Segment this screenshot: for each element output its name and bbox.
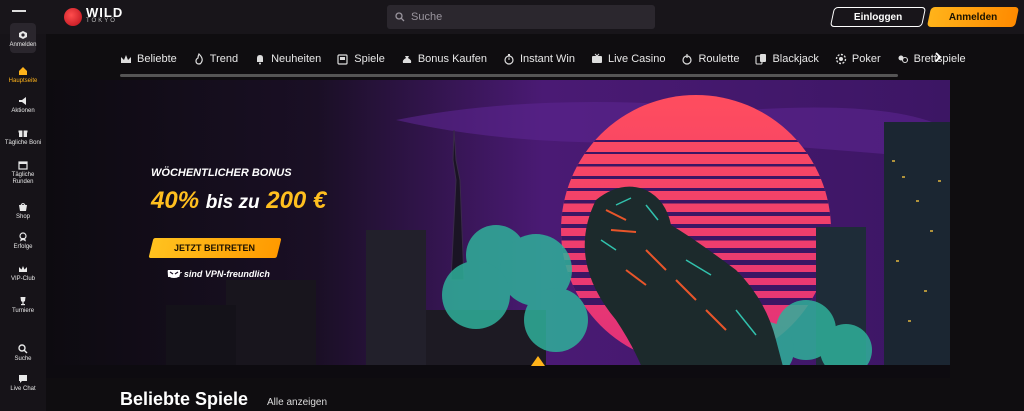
tab-poker[interactable]: Poker (835, 53, 897, 65)
top-bar: WILD TOKYO Einloggen Anmelden (0, 0, 1024, 34)
search-bar[interactable] (387, 5, 655, 29)
sidebar-item-tournaments[interactable]: Turniere (0, 296, 46, 315)
shop-icon (19, 203, 27, 211)
sidebar-item-daily-bonus[interactable]: Tägliche Boni (0, 128, 46, 147)
menu-icon[interactable] (12, 10, 26, 12)
hero-offer-amount: 200 € (266, 187, 327, 214)
sidebar-item-label: Live Chat (10, 386, 36, 392)
sidebar: Anmelden Hauptseite Aktionen Tägliche Bo… (0, 23, 46, 411)
sidebar-item-label: Turniere (11, 308, 35, 314)
crown-icon (19, 266, 27, 272)
tab-roulette[interactable]: Roulette (681, 53, 755, 65)
medal-icon (19, 232, 27, 242)
view-all-link[interactable]: Alle anzeigen (267, 397, 327, 408)
tab-games[interactable]: Spiele (337, 53, 401, 65)
sidebar-item-promotions[interactable]: Aktionen (0, 96, 46, 115)
home-icon (19, 67, 27, 75)
join-now-button[interactable]: JETZT BEITRETEN (148, 238, 282, 258)
sidebar-item-home[interactable]: Hauptseite (0, 66, 46, 85)
sidebar-item-shop[interactable]: Shop (0, 202, 46, 221)
money-bag-icon (402, 56, 412, 63)
sidebar-item-label: Anmelden (9, 41, 37, 48)
hero-artwork (46, 80, 950, 378)
user-plus-icon (19, 30, 27, 39)
sidebar-item-label: Tägliche Runden (11, 172, 35, 185)
tab-trend[interactable]: Trend (193, 53, 254, 65)
tab-bonus-buy[interactable]: Bonus Kaufen (401, 53, 503, 65)
sidebar-item-achievements[interactable]: Erfolge (0, 232, 46, 251)
tab-live-casino[interactable]: Live Casino (591, 53, 681, 65)
sidebar-item-label: Shop (15, 214, 30, 220)
category-scrollbar[interactable] (120, 74, 898, 77)
roulette-icon (682, 54, 693, 65)
sidebar-item-label: Suche (14, 356, 32, 362)
category-nav: Beliebte Trend Neuheiten Spiele Bonus Ka… (120, 44, 966, 74)
search-icon (395, 12, 405, 22)
gift-icon (18, 130, 28, 137)
tab-instant-win[interactable]: Instant Win (503, 53, 591, 65)
megaphone-icon (19, 97, 26, 105)
tab-blackjack[interactable]: Blackjack (755, 53, 834, 65)
signup-button[interactable]: Anmelden (926, 7, 1020, 27)
tab-popular[interactable]: Beliebte (120, 53, 193, 65)
cards-icon (755, 54, 767, 65)
sidebar-item-label: VIP-Club (10, 276, 35, 282)
calendar-icon (18, 161, 28, 170)
hero-kicker: WÖCHENTLICHER BONUS (151, 167, 292, 179)
vpn-note: Wir sind VPN-freundlich (167, 269, 270, 279)
slot-machine-icon (337, 54, 348, 65)
hero-offer: 40% bis zu 200 € (151, 187, 326, 215)
logo-subtitle: TOKYO (86, 18, 117, 24)
sidebar-item-search[interactable]: Suche (0, 344, 46, 363)
vpn-mask-icon (168, 270, 180, 278)
hero-offer-percent: 40% (151, 187, 200, 214)
board-game-icon (898, 55, 908, 64)
sidebar-item-label: Tägliche Boni (4, 140, 42, 146)
sidebar-item-label: Hauptseite (8, 78, 38, 84)
chevron-right-icon[interactable] (934, 51, 942, 65)
flame-icon (195, 53, 203, 65)
sidebar-item-label: Aktionen (11, 108, 35, 114)
stopwatch-icon (504, 54, 514, 65)
sidebar-item-live-chat[interactable]: Live Chat (0, 374, 46, 393)
logo-ball-icon (64, 8, 82, 26)
search-input[interactable] (411, 11, 631, 23)
crown-icon (121, 55, 131, 63)
logo-wordmark: WILD (86, 5, 124, 20)
logo[interactable]: WILD TOKYO (64, 6, 123, 28)
hero-banner[interactable]: WÖCHENTLICHER BONUS 40% bis zu 200 € JET… (46, 80, 950, 378)
tab-new[interactable]: Neuheiten (254, 53, 337, 65)
bell-icon (257, 55, 264, 65)
chat-icon (19, 375, 27, 383)
section-title: Beliebte Spiele (120, 389, 249, 409)
sidebar-item-label: Erfolge (13, 244, 33, 250)
login-button[interactable]: Einloggen (829, 7, 927, 27)
trophy-icon (20, 297, 26, 306)
sidebar-item-daily-spins[interactable]: Tägliche Runden (0, 160, 46, 186)
chips-icon (835, 53, 847, 65)
sidebar-item-signup[interactable]: Anmelden (0, 23, 46, 53)
sidebar-item-vip[interactable]: VIP-Club (0, 264, 46, 283)
live-tv-icon (591, 53, 602, 63)
search-icon (18, 344, 28, 354)
hero-offer-connector: bis zu (205, 192, 260, 213)
